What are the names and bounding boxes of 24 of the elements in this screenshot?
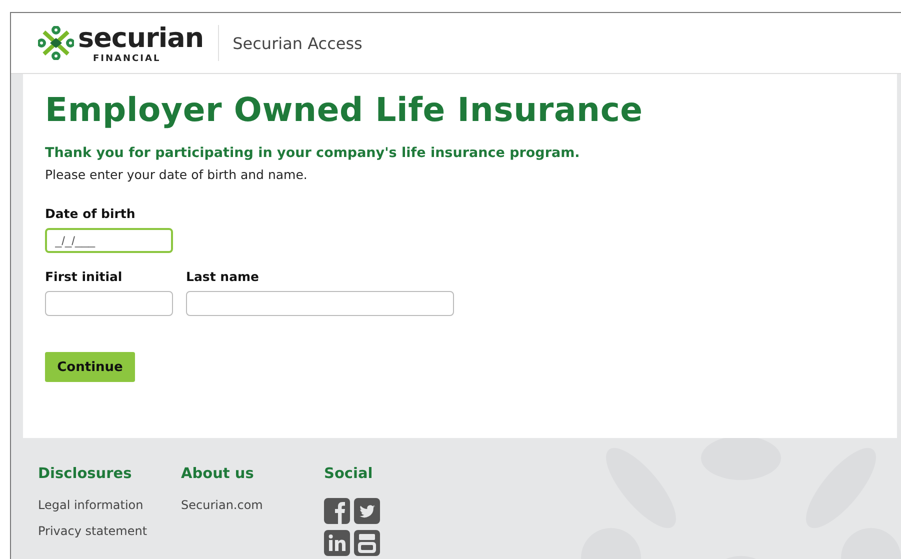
twitter-icon[interactable]: [354, 498, 380, 524]
input-field[interactable]: [186, 291, 454, 316]
page-title: Employer Owned Life Insurance: [45, 90, 644, 129]
footer-link[interactable]: Securian.com: [181, 498, 263, 512]
input-field[interactable]: _/_/___: [45, 228, 173, 253]
logo-wordmark: securian: [78, 22, 204, 54]
logo-tagline: FINANCIAL: [93, 54, 162, 64]
footer-heading: About us: [181, 466, 255, 482]
continue-button[interactable]: Continue: [45, 352, 135, 382]
youtube-icon[interactable]: [354, 530, 380, 556]
app-title: Securian Access: [232, 34, 362, 52]
footer-link[interactable]: Legal information: [38, 498, 144, 512]
field-label: Date of birth: [45, 206, 136, 221]
instructions: Please enter your date of birth and name.: [45, 167, 308, 182]
footer-heading: Disclosures: [38, 466, 133, 482]
linkedin-icon[interactable]: [324, 530, 350, 556]
facebook-icon[interactable]: [324, 498, 350, 524]
field-label: Last name: [186, 269, 260, 284]
field-label: First initial: [45, 269, 124, 284]
input-field[interactable]: [45, 291, 173, 316]
logo-icon: [38, 26, 74, 60]
footer-heading: Social: [324, 466, 374, 482]
footer-link[interactable]: Privacy statement: [38, 524, 148, 538]
thank-you-message: Thank you for participating in your company's life insurance program.: [45, 145, 581, 161]
